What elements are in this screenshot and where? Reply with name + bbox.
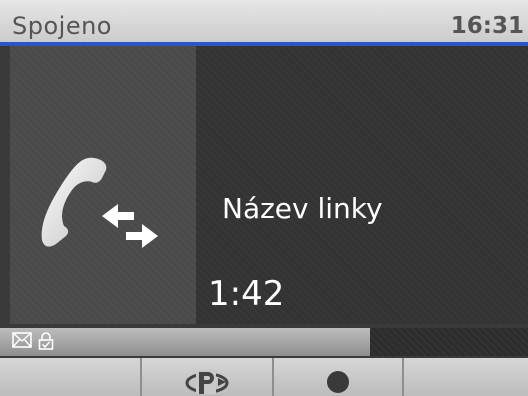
softkey-record[interactable]: [274, 358, 404, 396]
status-bar: Spojeno 16:31: [0, 0, 528, 46]
call-duration: 1:42: [208, 274, 285, 314]
line-name: Název linky: [222, 192, 383, 225]
info-icons: [12, 332, 54, 350]
clock: 16:31: [450, 13, 524, 39]
status-title: Spojeno: [12, 12, 112, 40]
call-transfer-icon: [41, 157, 158, 248]
softkey-1[interactable]: [0, 358, 142, 396]
info-progress-fill: [0, 328, 370, 356]
softkey-bar: [0, 358, 528, 396]
park-icon: [185, 370, 229, 394]
left-edge: [0, 46, 10, 324]
softkey-park[interactable]: [142, 358, 274, 396]
record-icon: [327, 371, 349, 393]
mail-icon: [12, 332, 32, 348]
lock-icon: [38, 332, 54, 350]
info-bar: [0, 324, 528, 358]
softkey-4[interactable]: [404, 358, 528, 396]
